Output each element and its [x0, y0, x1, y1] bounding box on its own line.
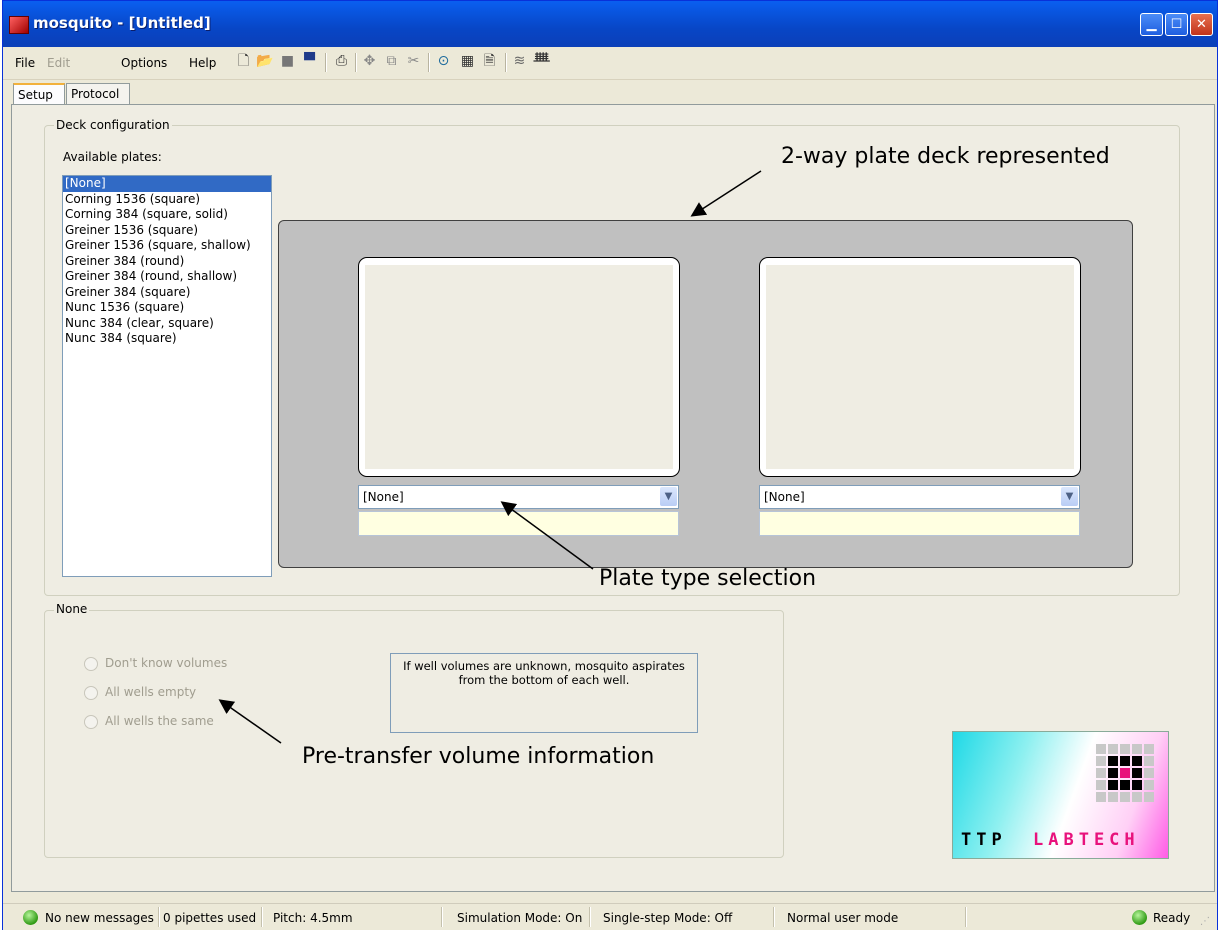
volume-info-group	[44, 610, 784, 858]
resize-grip-icon[interactable]: ⋰	[1200, 916, 1210, 927]
plate-info-2	[759, 511, 1080, 536]
logo-square	[1108, 768, 1118, 778]
chevron-down-icon[interactable]: ▼	[1061, 487, 1078, 506]
menu-options[interactable]: Options	[121, 56, 167, 70]
logo-square	[1096, 768, 1106, 778]
logo-square	[1096, 792, 1106, 802]
volume-info-text: If well volumes are unknown, mosquito as…	[403, 659, 685, 687]
logo-square	[1096, 744, 1106, 754]
deck-configuration-label: Deck configuration	[54, 118, 172, 132]
plate-type-select-1[interactable]: [None] ▼	[358, 485, 679, 509]
logo-square	[1132, 768, 1142, 778]
title-bar[interactable]: mosquito - [Untitled] ▁ ☐ ✕	[3, 1, 1217, 47]
app-window: mosquito - [Untitled] ▁ ☐ ✕ File Edit Op…	[2, 0, 1218, 930]
status-single-step: Single-step Mode: Off	[603, 911, 733, 925]
logo-square	[1132, 744, 1142, 754]
status-messages: No new messages	[45, 911, 154, 925]
logo-text-ttp: TTP	[961, 830, 1007, 850]
plate-list-item[interactable]: Nunc 1536 (square)	[63, 300, 271, 316]
status-simulation: Simulation Mode: On	[457, 911, 583, 925]
plate-list-item[interactable]: Corning 1536 (square)	[63, 192, 271, 208]
save-as-icon[interactable]: ▀	[301, 53, 318, 70]
menu-edit[interactable]: Edit	[47, 56, 70, 70]
logo-square	[1120, 792, 1130, 802]
logo-square	[1144, 756, 1154, 766]
maximize-button[interactable]: ☐	[1165, 13, 1188, 36]
logo-square	[1144, 768, 1154, 778]
move-icon[interactable]: ✥	[361, 53, 378, 70]
plate-list-item[interactable]: Greiner 384 (square)	[63, 285, 271, 301]
plate-list-item[interactable]: Greiner 1536 (square, shallow)	[63, 238, 271, 254]
logo-square	[1144, 792, 1154, 802]
status-pipettes: 0 pipettes used	[163, 911, 257, 925]
save-icon[interactable]: ■	[279, 53, 296, 70]
logo-square	[1132, 792, 1142, 802]
setup-page: Deck configuration Available plates: [No…	[11, 104, 1215, 892]
copy-icon[interactable]: ⧉	[383, 53, 400, 70]
ready-status-icon	[1132, 910, 1147, 925]
plate-deck: [None] ▼ [None] ▼	[278, 220, 1133, 568]
annotation-deck: 2-way plate deck represented	[781, 144, 1110, 169]
ttp-labtech-logo: TTP LABTECH	[952, 731, 1169, 859]
cut-icon[interactable]: ✂	[405, 53, 422, 70]
annotation-plate-type: Plate type selection	[599, 566, 817, 591]
plate-list-item[interactable]: Corning 384 (square, solid)	[63, 207, 271, 223]
menu-help[interactable]: Help	[189, 56, 216, 70]
logo-square	[1096, 756, 1106, 766]
report-icon[interactable]: 🗎	[481, 53, 498, 70]
logo-square	[1120, 756, 1130, 766]
plate-list-item[interactable]: Nunc 384 (clear, square)	[63, 316, 271, 332]
logo-square	[1096, 780, 1106, 790]
logo-square	[1120, 744, 1130, 754]
new-file-icon[interactable]: 🗋	[235, 53, 252, 70]
volume-group-label: None	[54, 602, 90, 616]
logo-square	[1120, 768, 1130, 778]
logo-square	[1108, 792, 1118, 802]
plate-type-value-1: [None]	[363, 490, 404, 504]
status-ready: Ready	[1153, 911, 1191, 925]
logo-square	[1120, 780, 1130, 790]
logo-square	[1132, 756, 1142, 766]
chevron-down-icon[interactable]: ▼	[660, 487, 677, 506]
logo-square	[1108, 744, 1118, 754]
tab-protocol[interactable]: Protocol	[66, 83, 130, 105]
close-button[interactable]: ✕	[1190, 13, 1213, 36]
plate-type-select-2[interactable]: [None] ▼	[759, 485, 1080, 509]
plate-list-item[interactable]: Greiner 384 (round, shallow)	[63, 269, 271, 285]
logo-square	[1144, 744, 1154, 754]
plate-position-1[interactable]	[358, 257, 680, 477]
logo-text-labtech: LABTECH	[1033, 830, 1140, 850]
plate-list-item[interactable]: Greiner 1536 (square)	[63, 223, 271, 239]
wash-icon[interactable]: ≋	[511, 53, 528, 70]
open-folder-icon[interactable]: 📂	[256, 53, 273, 70]
available-plates-list[interactable]: [None] Corning 1536 (square) Corning 384 (…	[62, 175, 272, 577]
annotation-volume: Pre-transfer volume information	[302, 744, 655, 769]
plate-list-item[interactable]: [None]	[63, 176, 271, 192]
plate-position-2[interactable]	[759, 257, 1081, 477]
logo-square	[1108, 756, 1118, 766]
plate-info-1	[358, 511, 679, 536]
menu-bar: File Edit Options Help 🗋 📂 ■ ▀ ⎙ ✥ ⧉ ✂ ⊙…	[3, 47, 1217, 80]
minimize-button[interactable]: ▁	[1140, 13, 1163, 36]
pipette-rack-icon[interactable]: ᚙ	[533, 53, 550, 70]
plate-type-value-2: [None]	[764, 490, 805, 504]
status-pitch: Pitch: 4.5mm	[273, 911, 353, 925]
available-plates-label: Available plates:	[63, 150, 162, 164]
status-user-mode: Normal user mode	[787, 911, 899, 925]
plate-list-item[interactable]: Nunc 384 (square)	[63, 331, 271, 347]
volume-info-box: If well volumes are unknown, mosquito as…	[390, 653, 698, 733]
message-status-icon	[23, 910, 38, 925]
aspirate-icon[interactable]: ⊙	[435, 53, 452, 70]
plate-grid-icon[interactable]: ▦	[459, 53, 476, 70]
menu-file[interactable]: File	[15, 56, 35, 70]
logo-square	[1132, 780, 1142, 790]
logo-square	[1144, 780, 1154, 790]
logo-square	[1108, 780, 1118, 790]
plate-list-item[interactable]: Greiner 384 (round)	[63, 254, 271, 270]
print-icon[interactable]: ⎙	[333, 53, 350, 70]
app-icon	[9, 16, 29, 34]
status-bar: No new messages 0 pipettes used Pitch: 4…	[3, 903, 1217, 930]
window-title: mosquito - [Untitled]	[33, 14, 211, 32]
